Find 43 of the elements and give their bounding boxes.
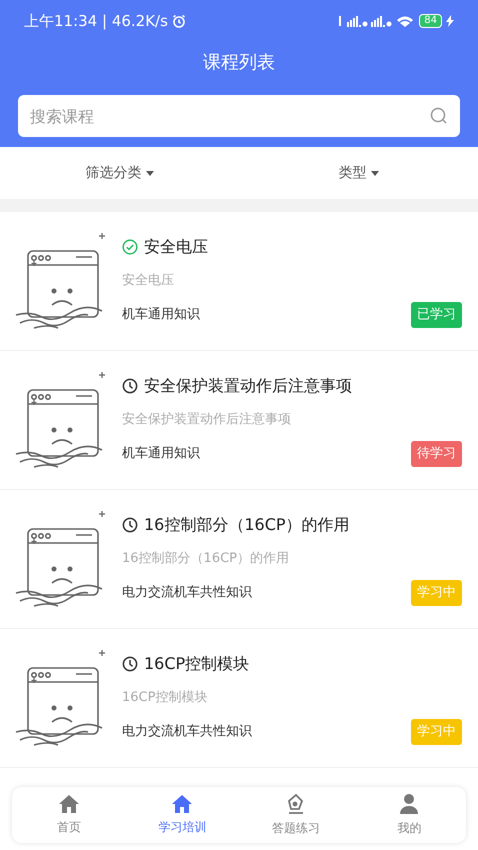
battery-level: 84	[419, 14, 442, 28]
course-category: 电力交流机车共性知识	[122, 584, 252, 602]
course-title: 安全电压	[144, 236, 208, 258]
course-subtitle: 安全保护装置动作后注意事项	[122, 410, 292, 428]
course-card[interactable]: 安全保护装置动作后注意事项 安全保护装置动作后注意事项 机车通用知识 待学习	[0, 351, 478, 489]
tab-item[interactable]: 答题练习	[239, 787, 352, 843]
page-title: 课程列表	[203, 50, 275, 74]
home-icon	[58, 794, 80, 814]
course-subtitle: 16控制部分（16CP）的作用	[122, 550, 290, 568]
caret-icon	[370, 170, 378, 176]
alarm-icon	[172, 14, 186, 28]
tab-item[interactable]: 学习培训	[126, 787, 239, 843]
search-icon	[430, 107, 448, 125]
charging-icon	[446, 15, 454, 27]
course-card[interactable]: 16控制部分（16CP）的作用 16控制部分（16CP）的作用 电力交流机车共性知识 学习中	[0, 490, 478, 628]
course-title: 安全保护装置动作后注意事项	[144, 374, 352, 396]
caret-icon	[146, 170, 154, 176]
status-badge: 已学习	[411, 302, 462, 328]
signal-icon	[339, 14, 416, 28]
filter-dropdown[interactable]: 类型	[239, 147, 478, 199]
status-badge: 学习中	[411, 719, 462, 744]
clock-icon	[122, 378, 138, 394]
course-subtitle: 安全电压	[122, 272, 175, 290]
status-badge: 学习中	[411, 580, 462, 606]
status-badge: 待学习	[411, 441, 462, 466]
course-subtitle: 16CP控制模块	[122, 688, 208, 706]
search-field[interactable]: 搜索课程	[18, 95, 460, 137]
course-title: 16控制部分（16CP）的作用	[144, 514, 350, 536]
check-circle-icon	[122, 238, 138, 254]
status-time: 上午11:34 | 46.2K/s	[24, 10, 168, 32]
course-category: 电力交流机车共性知识	[122, 723, 252, 741]
clock-icon	[122, 656, 138, 672]
filter-dropdown[interactable]: 筛选分类	[0, 147, 239, 199]
user-icon	[398, 793, 420, 815]
tab-item[interactable]: 我的	[352, 787, 466, 843]
course-category: 机车通用知识	[122, 306, 200, 324]
clock-icon	[122, 516, 138, 532]
tab-item[interactable]: 首页	[12, 787, 126, 843]
home-icon	[171, 794, 194, 814]
course-card[interactable]: 安全电压 安全电压 机车通用知识 已学习	[0, 212, 478, 350]
course-category: 机车通用知识	[122, 445, 200, 463]
course-card[interactable]: 16CP控制模块 16CP控制模块 电力交流机车共性知识 学习中	[0, 629, 478, 767]
course-title: 16CP控制模块	[144, 652, 250, 674]
